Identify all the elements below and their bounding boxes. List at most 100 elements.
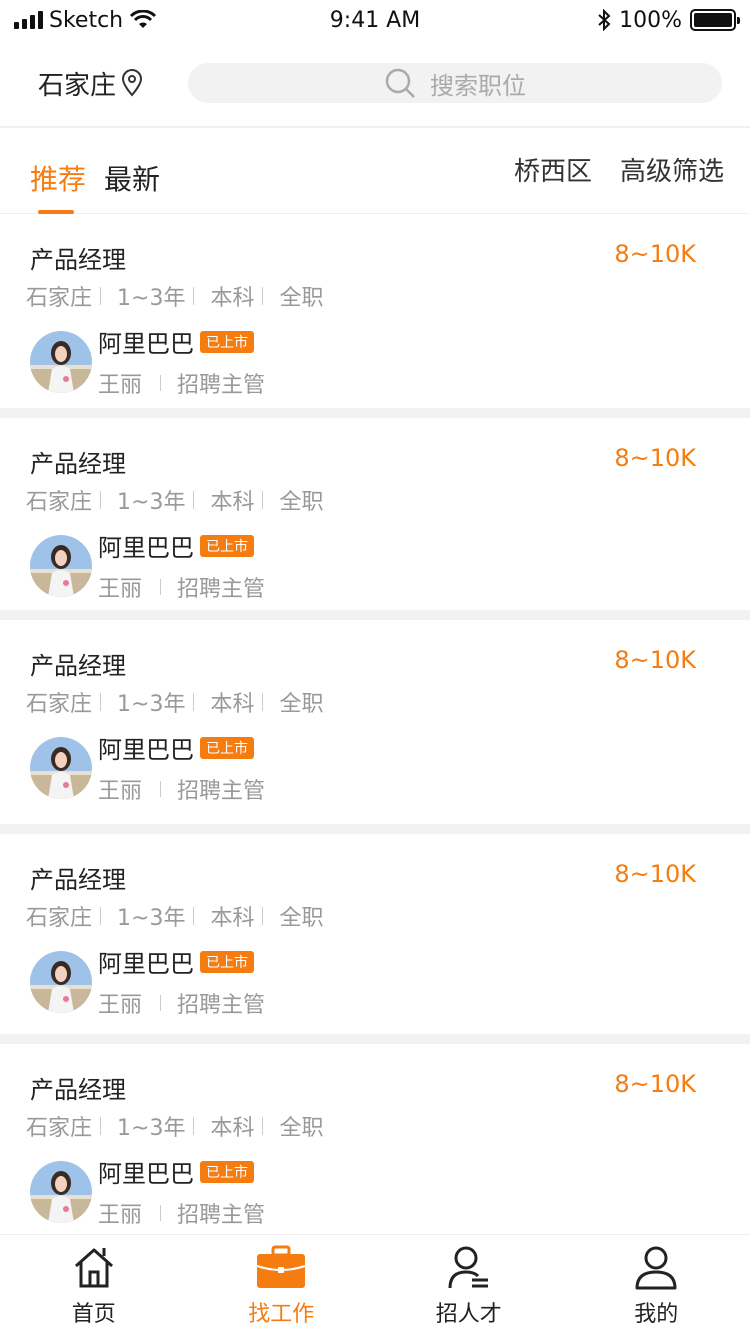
job-education: 本科 — [210, 692, 255, 717]
job-city: 石家庄 — [26, 692, 93, 717]
job-experience: 1~3年 — [117, 906, 186, 931]
job-education: 本科 — [210, 906, 255, 931]
location-pin-icon — [122, 69, 143, 97]
job-card[interactable]: 产品经理 8~10K 石家庄 1~3年 本科 全职 阿里巴巴 已上市 王丽 招聘… — [0, 620, 750, 834]
job-meta: 石家庄 1~3年 本科 全职 — [26, 686, 323, 718]
bluetooth-icon — [598, 9, 611, 31]
nav-find-job-label: 找工作 — [248, 1302, 315, 1327]
nav-recruit[interactable]: 招人才 — [375, 1235, 563, 1334]
job-salary: 8~10K — [614, 444, 696, 472]
company-line: 阿里巴巴 已上市 — [98, 528, 265, 563]
company-row: 阿里巴巴 已上市 王丽 招聘主管 — [30, 730, 265, 805]
company-name: 阿里巴巴 — [98, 950, 194, 978]
recruiter-line: 王丽 招聘主管 — [98, 773, 265, 805]
search-icon — [385, 68, 415, 98]
company-row: 阿里巴巴 已上市 王丽 招聘主管 — [30, 324, 265, 399]
recruiter-name: 王丽 — [98, 779, 143, 804]
company-info: 阿里巴巴 已上市 王丽 招聘主管 — [98, 1154, 265, 1229]
job-meta: 石家庄 1~3年 本科 全职 — [26, 900, 323, 932]
job-type: 全职 — [279, 1116, 324, 1141]
job-list: 产品经理 8~10K 石家庄 1~3年 本科 全职 阿里巴巴 已上市 王丽 招聘… — [0, 214, 750, 1234]
recruiter-role: 招聘主管 — [177, 779, 266, 804]
recruiter-role: 招聘主管 — [177, 1203, 266, 1228]
job-title: 产品经理 — [30, 450, 126, 478]
search-input[interactable]: 搜索职位 — [188, 63, 722, 103]
nav-home[interactable]: 首页 — [0, 1235, 188, 1334]
nav-recruit-label: 招人才 — [435, 1302, 502, 1327]
battery-percent: 100% — [619, 7, 682, 33]
job-card[interactable]: 产品经理 8~10K 石家庄 1~3年 本科 全职 阿里巴巴 已上市 王丽 招聘… — [0, 418, 750, 620]
advanced-filter[interactable]: 高级筛选 — [620, 122, 724, 222]
job-type: 全职 — [279, 490, 324, 515]
job-title: 产品经理 — [30, 652, 126, 680]
nav-find-job[interactable]: 找工作 — [188, 1235, 376, 1334]
job-education: 本科 — [210, 286, 255, 311]
nav-profile[interactable]: 我的 — [563, 1235, 750, 1334]
company-row: 阿里巴巴 已上市 王丽 招聘主管 — [30, 528, 265, 603]
recruiter-role: 招聘主管 — [177, 993, 266, 1018]
search-placeholder: 搜索职位 — [430, 71, 526, 100]
company-name: 阿里巴巴 — [98, 534, 194, 562]
job-city: 石家庄 — [26, 286, 93, 311]
status-right: 100% — [597, 7, 740, 33]
job-experience: 1~3年 — [117, 286, 186, 311]
recruiter-line: 王丽 招聘主管 — [98, 987, 265, 1019]
job-title: 产品经理 — [30, 866, 126, 894]
job-title: 产品经理 — [30, 1076, 126, 1104]
recruiter-role: 招聘主管 — [177, 577, 266, 602]
avatar — [30, 534, 92, 597]
recruiter-line: 王丽 招聘主管 — [98, 1197, 265, 1229]
nav-home-label: 首页 — [71, 1302, 116, 1327]
job-type: 全职 — [279, 692, 324, 717]
job-city: 石家庄 — [26, 1116, 93, 1141]
job-meta: 石家庄 1~3年 本科 全职 — [26, 1110, 323, 1142]
job-card[interactable]: 产品经理 8~10K 石家庄 1~3年 本科 全职 阿里巴巴 已上市 王丽 招聘… — [0, 214, 750, 418]
recruiter-name: 王丽 — [98, 993, 143, 1018]
job-meta: 石家庄 1~3年 本科 全职 — [26, 484, 323, 516]
listed-badge: 已上市 — [200, 330, 254, 353]
company-name: 阿里巴巴 — [98, 330, 194, 358]
company-line: 阿里巴巴 已上市 — [98, 944, 265, 979]
profile-icon — [635, 1246, 677, 1290]
job-education: 本科 — [210, 490, 255, 515]
job-salary: 8~10K — [614, 240, 696, 268]
city-selector[interactable]: 石家庄 — [38, 65, 188, 102]
avatar — [30, 736, 92, 799]
company-name: 阿里巴巴 — [98, 736, 194, 764]
job-education: 本科 — [210, 1116, 255, 1141]
recruit-icon — [448, 1246, 488, 1289]
recruiter-name: 王丽 — [98, 1203, 143, 1228]
signal-icon — [14, 11, 43, 29]
status-bar: Sketch 9:41 AM 100% — [0, 0, 750, 40]
tab-recommended[interactable]: 推荐 — [30, 130, 86, 214]
listed-badge: 已上市 — [200, 1160, 254, 1183]
company-info: 阿里巴巴 已上市 王丽 招聘主管 — [98, 730, 265, 805]
header: 石家庄 搜索职位 — [0, 40, 750, 128]
company-info: 阿里巴巴 已上市 王丽 招聘主管 — [98, 944, 265, 1019]
home-icon — [74, 1248, 113, 1288]
job-city: 石家庄 — [26, 490, 93, 515]
job-salary: 8~10K — [614, 646, 696, 674]
tab-bar: 推荐 最新 桥西区 高级筛选 — [0, 130, 750, 214]
company-info: 阿里巴巴 已上市 王丽 招聘主管 — [98, 528, 265, 603]
recruiter-name: 王丽 — [98, 373, 143, 398]
company-row: 阿里巴巴 已上市 王丽 招聘主管 — [30, 944, 265, 1019]
job-type: 全职 — [279, 286, 324, 311]
tab-latest[interactable]: 最新 — [104, 130, 160, 214]
company-line: 阿里巴巴 已上市 — [98, 324, 265, 359]
company-name: 阿里巴巴 — [98, 1160, 194, 1188]
listed-badge: 已上市 — [200, 736, 254, 759]
company-info: 阿里巴巴 已上市 王丽 招聘主管 — [98, 324, 265, 399]
job-card[interactable]: 产品经理 8~10K 石家庄 1~3年 本科 全职 阿里巴巴 已上市 王丽 招聘… — [0, 1044, 750, 1234]
job-card[interactable]: 产品经理 8~10K 石家庄 1~3年 本科 全职 阿里巴巴 已上市 王丽 招聘… — [0, 834, 750, 1044]
wifi-icon — [130, 10, 157, 28]
district-filter[interactable]: 桥西区 — [514, 122, 592, 222]
listed-badge: 已上市 — [200, 950, 254, 973]
recruiter-name: 王丽 — [98, 577, 143, 602]
company-line: 阿里巴巴 已上市 — [98, 1154, 265, 1189]
status-left: Sketch — [14, 8, 157, 33]
listed-badge: 已上市 — [200, 534, 254, 557]
avatar — [30, 950, 92, 1013]
job-salary: 8~10K — [614, 860, 696, 888]
carrier-label: Sketch — [49, 7, 124, 33]
